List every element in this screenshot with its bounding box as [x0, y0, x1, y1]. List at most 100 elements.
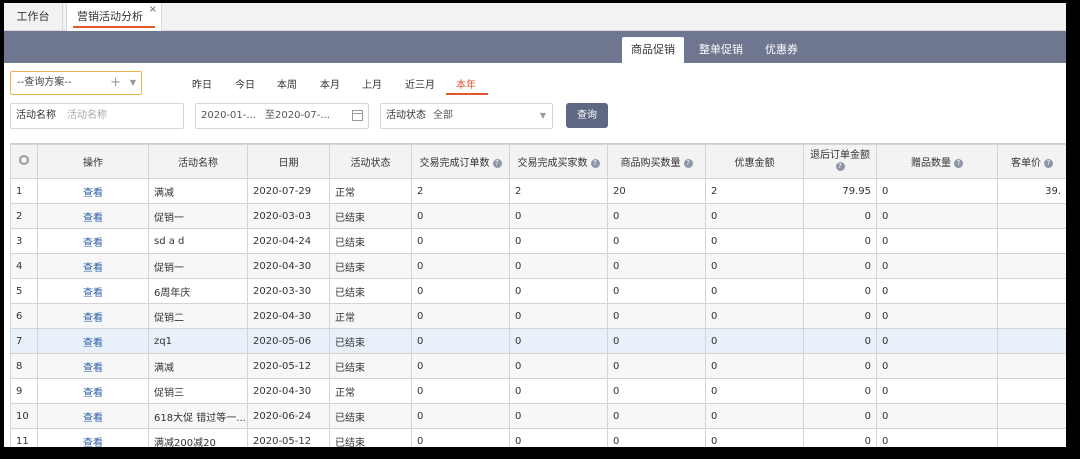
activity-status-label: 活动状态 [386, 110, 426, 121]
view-link[interactable]: 查看 [37, 403, 149, 429]
cell-gift-quantity: 0 [876, 203, 998, 229]
cell-avg-order-value [997, 378, 1066, 404]
cell-refund-order-amount: 0 [803, 253, 877, 279]
column-settings[interactable] [10, 144, 38, 179]
active-tab-indicator [73, 26, 155, 28]
active-range-indicator [446, 93, 488, 95]
col-completed-buyers: 交易完成买家数? [509, 144, 608, 179]
activity-name-label: 活动名称 [16, 110, 56, 121]
help-icon[interactable]: ? [492, 158, 502, 168]
range-this-year[interactable]: 本年 [456, 76, 476, 91]
cell-gift-quantity: 0 [876, 253, 998, 279]
cell-completed-buyers: 0 [509, 378, 608, 404]
close-icon[interactable]: × [149, 3, 157, 23]
col-avg-order-value: 客单价? [997, 144, 1066, 179]
col-operation: 操作 [37, 144, 149, 179]
cell-date: 2020-05-12 [247, 353, 330, 379]
app-window: 工作台 营销活动分析 × 商品促销 整单促销 优惠券 --查询方案-- + ▼ … [4, 3, 1066, 447]
cell-discount-amount: 0 [705, 203, 804, 229]
cell-completed-buyers: 0 [509, 403, 608, 429]
cell-avg-order-value [997, 278, 1066, 304]
help-icon[interactable]: ? [1044, 158, 1053, 168]
view-link[interactable]: 查看 [37, 353, 149, 379]
tab-coupon[interactable]: 优惠券 [756, 37, 807, 63]
cell-gift-quantity: 0 [876, 228, 998, 254]
cell-refund-order-amount: 0 [803, 403, 877, 429]
row-number: 8 [10, 353, 38, 379]
cell-completed-buyers: 0 [509, 278, 608, 304]
query-scheme-select[interactable]: --查询方案-- + ▼ [10, 71, 142, 95]
cell-completed-orders: 0 [411, 353, 510, 379]
cell-discount-amount: 2 [705, 178, 804, 204]
cell-completed-buyers: 2 [509, 178, 608, 204]
cell-status: 已结束 [329, 278, 412, 304]
cell-refund-order-amount: 0 [803, 353, 877, 379]
cell-discount-amount: 0 [705, 353, 804, 379]
cell-activity-name: 促销一 [148, 203, 248, 229]
cell-gift-quantity: 0 [876, 278, 998, 304]
cell-purchase-quantity: 0 [607, 278, 706, 304]
cell-refund-order-amount: 0 [803, 303, 877, 329]
help-icon[interactable]: ? [954, 158, 963, 168]
row-number: 1 [10, 178, 38, 204]
tab-workbench[interactable]: 工作台 [4, 3, 63, 30]
range-today[interactable]: 今日 [235, 76, 255, 91]
cell-discount-amount: 0 [705, 378, 804, 404]
col-completed-orders: 交易完成订单数? [411, 144, 510, 179]
view-link[interactable]: 查看 [37, 228, 149, 254]
query-button[interactable]: 查询 [566, 103, 608, 128]
tab-product-promotion[interactable]: 商品促销 [622, 37, 684, 63]
view-link[interactable]: 查看 [37, 428, 149, 447]
date-range-field[interactable]: 2020-01-... 至2020-07-... [195, 103, 369, 129]
table-header: 操作 活动名称 日期 活动状态 交易完成订单数? 交易完成买家数? 商品购买数量… [10, 144, 1066, 179]
cell-completed-buyers: 0 [509, 353, 608, 379]
calendar-icon[interactable] [352, 110, 363, 121]
range-last-three-months[interactable]: 近三月 [405, 76, 435, 91]
cell-purchase-quantity: 0 [607, 428, 706, 447]
cell-status: 已结束 [329, 203, 412, 229]
activity-name-field[interactable]: 活动名称 活动名称 [10, 103, 184, 129]
gear-icon[interactable] [19, 155, 29, 165]
view-link[interactable]: 查看 [37, 378, 149, 404]
cell-gift-quantity: 0 [876, 328, 998, 354]
activity-status-select[interactable]: 活动状态 全部 ▼ [380, 103, 553, 129]
table-row: 9 查看 促销三 2020-04-30 正常 0 0 0 0 0 0 [10, 378, 1066, 404]
cell-refund-order-amount: 0 [803, 328, 877, 354]
cell-status: 正常 [329, 378, 412, 404]
chevron-down-icon[interactable]: ▼ [130, 72, 136, 94]
row-number: 3 [10, 228, 38, 254]
cell-purchase-quantity: 0 [607, 228, 706, 254]
cell-activity-name: sd a d [148, 228, 248, 254]
table-row: 7 查看 zq1 2020-05-06 已结束 0 0 0 0 0 0 [10, 328, 1066, 354]
view-link[interactable]: 查看 [37, 303, 149, 329]
view-link[interactable]: 查看 [37, 328, 149, 354]
view-link[interactable]: 查看 [37, 178, 149, 204]
view-link[interactable]: 查看 [37, 253, 149, 279]
help-icon[interactable]: ? [683, 158, 693, 168]
view-link[interactable]: 查看 [37, 203, 149, 229]
cell-gift-quantity: 0 [876, 428, 998, 447]
help-icon[interactable]: ? [835, 162, 845, 171]
cell-gift-quantity: 0 [876, 403, 998, 429]
view-link[interactable]: 查看 [37, 278, 149, 304]
help-icon[interactable]: ? [590, 158, 600, 168]
table-row: 3 查看 sd a d 2020-04-24 已结束 0 0 0 0 0 0 [10, 228, 1066, 254]
range-last-month[interactable]: 上月 [362, 76, 382, 91]
cell-avg-order-value: 39. [997, 178, 1066, 204]
range-yesterday[interactable]: 昨日 [192, 76, 212, 91]
tab-order-promotion[interactable]: 整单促销 [690, 37, 752, 63]
row-number: 10 [10, 403, 38, 429]
range-this-month[interactable]: 本月 [320, 76, 340, 91]
cell-refund-order-amount: 0 [803, 203, 877, 229]
cell-refund-order-amount: 0 [803, 378, 877, 404]
col-refund-order-amount: 退后订单金额? [803, 144, 877, 179]
sub-nav: 商品促销 整单促销 优惠券 [4, 31, 1066, 63]
cell-avg-order-value [997, 303, 1066, 329]
table-row: 10 查看 618大促 错过等一... 2020-06-24 已结束 0 0 0… [10, 403, 1066, 429]
cell-avg-order-value [997, 403, 1066, 429]
tab-marketing-analysis[interactable]: 营销活动分析 × [66, 3, 162, 31]
range-this-week[interactable]: 本周 [277, 76, 297, 91]
add-scheme-icon[interactable]: + [110, 72, 121, 93]
cell-completed-buyers: 0 [509, 428, 608, 447]
cell-refund-order-amount: 79.95 [803, 178, 877, 204]
